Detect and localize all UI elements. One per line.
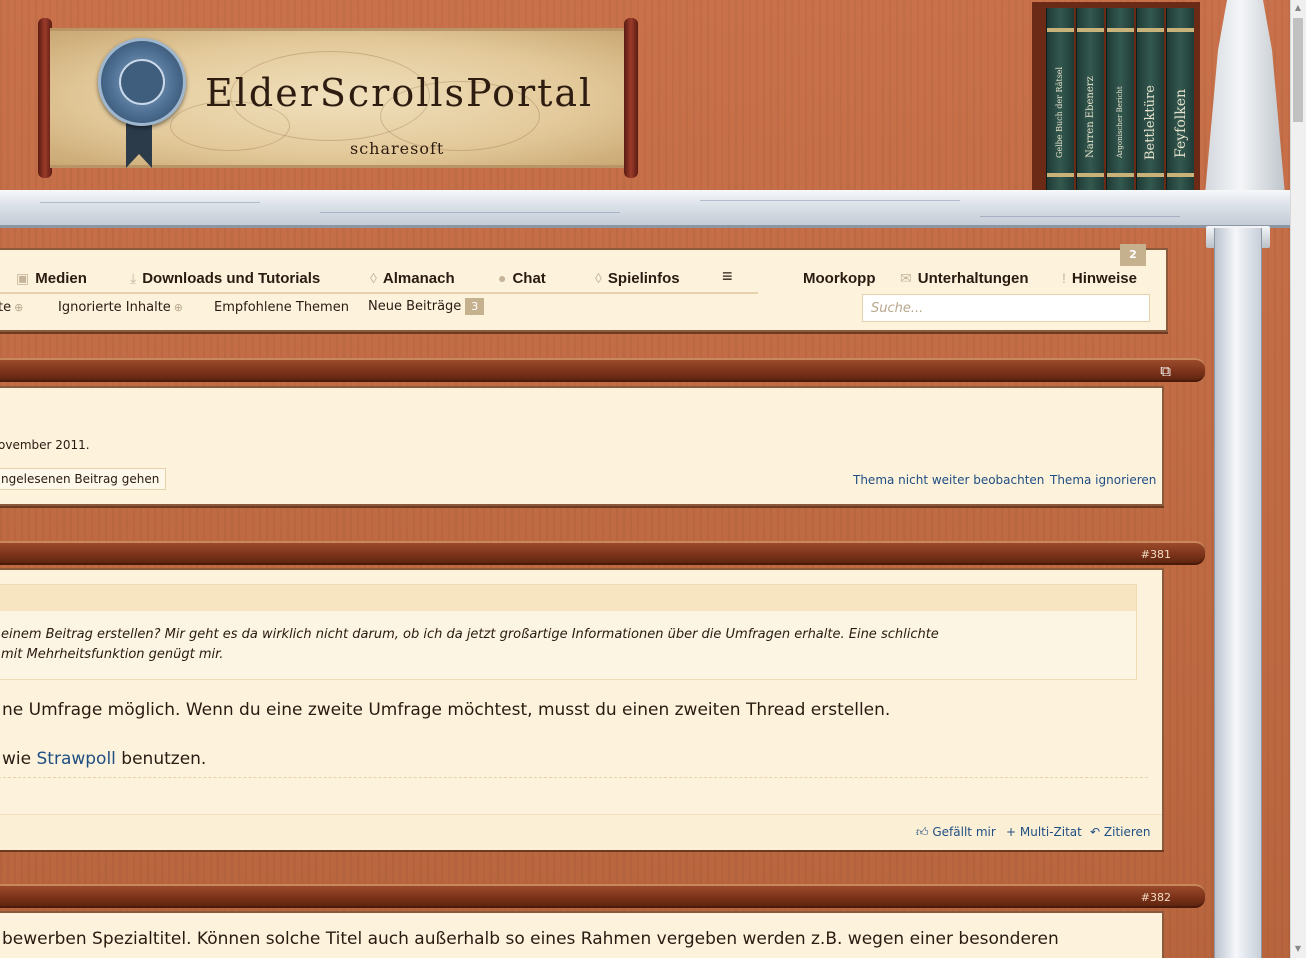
reply-arrow-icon: ↶ [1090, 825, 1101, 839]
quote-line-2: mit Mehrheitsfunktion genügt mir. [1, 647, 224, 662]
scroll-up-arrow-icon[interactable]: ▲ [1293, 3, 1303, 13]
first-unread-button[interactable]: ngelesenen Beitrag gehen [0, 468, 167, 490]
nav-spielinfos[interactable]: ◊ Spielinfos [595, 270, 680, 287]
post-number[interactable]: #381 [1141, 548, 1171, 561]
download-icon: ⤓ [130, 270, 137, 286]
subnav-recommended-threads[interactable]: Empfohlene Themen [214, 300, 349, 315]
marble-pillar [1214, 228, 1262, 958]
unwatch-thread-link[interactable]: Thema nicht weiter beobachten [853, 473, 1044, 487]
book-icon: ◊ [370, 270, 377, 286]
multiquote-button[interactable]: + Multi-Zitat [1006, 825, 1082, 839]
nav-almanach[interactable]: ◊ Almanach [370, 270, 455, 287]
page-scrollbar[interactable] [1290, 0, 1306, 958]
new-posts-count-badge: 3 [465, 298, 485, 315]
subnav-new-posts[interactable]: Neue Beiträge 3 [368, 298, 485, 315]
bookshelf: Gelbe Buch der Rätsel Narren Ebenerz Arg… [1032, 2, 1200, 194]
book-4[interactable]: Bettlektüre [1136, 8, 1164, 192]
statue-decoration [1204, 0, 1286, 200]
post-text-line-1: bewerben Spezialtitel. Können solche Tit… [2, 929, 1059, 949]
quote-header [0, 585, 1136, 611]
chevron-down-circle-icon: ⊕ [173, 301, 184, 314]
post-381: einem Beitrag erstellen? Mir geht es da … [0, 568, 1164, 850]
envelope-icon: ✉ [900, 270, 912, 286]
nav-media[interactable]: ▣ Medien [16, 270, 87, 287]
quote-button[interactable]: ↶ Zitieren [1090, 825, 1151, 839]
post-text-line-2: wie Strawpoll benutzen. [2, 749, 207, 769]
info-icon: ◊ [595, 270, 602, 286]
nav-alerts[interactable]: ! Hinweise [1062, 270, 1137, 287]
dragon-seal-icon [98, 38, 186, 126]
scrollbar-thumb[interactable] [1293, 18, 1303, 122]
main-navigation: ▣ Medien ⤓ Downloads und Tutorials ◊ Almana… [0, 244, 1168, 332]
chat-bubble-icon: ● [498, 270, 507, 286]
search-input[interactable] [862, 294, 1150, 322]
book-1[interactable]: Gelbe Buch der Rätsel [1046, 8, 1074, 192]
post-header-bar: #382 [0, 884, 1205, 908]
post-footer: 👍︎ Gefällt mir + Multi-Zitat ↶ Zitieren [0, 814, 1162, 850]
nav-downloads[interactable]: ⤓ Downloads und Tutorials [130, 270, 320, 287]
nav-divider [0, 292, 758, 294]
logo-title: ElderScrollsPortal [205, 71, 594, 115]
book-3[interactable]: Argonischer Bericht [1106, 8, 1134, 192]
nav-chat[interactable]: ● Chat [498, 270, 546, 287]
post-divider [0, 777, 1148, 778]
nav-user-moorkopp[interactable]: Moorkopp [803, 270, 876, 287]
marble-shelf [0, 190, 1290, 228]
logo-subtitle: scharesoft [350, 139, 445, 158]
like-button[interactable]: 👍︎ Gefällt mir [916, 825, 996, 840]
alerts-count-badge: 2 [1120, 244, 1146, 266]
chevron-down-circle-icon: ⊕ [14, 301, 24, 314]
quote-line-1: einem Beitrag erstellen? Mir geht es da … [1, 627, 939, 642]
subnav-partial-item[interactable]: te ⊕ [0, 300, 23, 315]
ignore-thread-link[interactable]: Thema ignorieren [1050, 473, 1156, 487]
strawpoll-link[interactable]: Strawpoll [37, 749, 116, 769]
nav-conversations[interactable]: ✉ Unterhaltungen [900, 270, 1029, 287]
post-number[interactable]: #382 [1141, 891, 1171, 904]
thread-title-bar: ⧉ [0, 358, 1205, 382]
scroll-down-arrow-icon[interactable]: ▼ [1293, 944, 1303, 954]
image-icon: ▣ [16, 270, 30, 286]
post-382: bewerben Spezialtitel. Können solche Tit… [0, 911, 1164, 958]
thread-info-panel: ovember 2011. ngelesenen Beitrag gehen T… [0, 386, 1164, 506]
quote-block: einem Beitrag erstellen? Mir geht es da … [0, 584, 1137, 680]
thumbs-up-icon: 👍︎ [916, 825, 929, 839]
post-header-bar: #381 [0, 541, 1205, 565]
book-5[interactable]: Feyfolken [1166, 8, 1194, 192]
site-logo[interactable]: ElderScrollsPortal scharesoft [38, 18, 638, 183]
book-2[interactable]: Narren Ebenerz [1076, 8, 1104, 192]
thread-start-date: ovember 2011. [0, 438, 90, 452]
site-header: ElderScrollsPortal scharesoft Gelbe Buch… [0, 0, 1290, 228]
subnav-ignored-content[interactable]: Ignorierte Inhalte ⊕ [58, 300, 183, 315]
post-text-line-1: ne Umfrage möglich. Wenn du eine zweite … [2, 700, 891, 720]
external-link-icon[interactable]: ⧉ [1160, 362, 1171, 380]
menu-icon[interactable]: ≡ [722, 266, 733, 287]
exclamation-icon: ! [1062, 270, 1066, 286]
scroll-rod-right [624, 18, 638, 178]
